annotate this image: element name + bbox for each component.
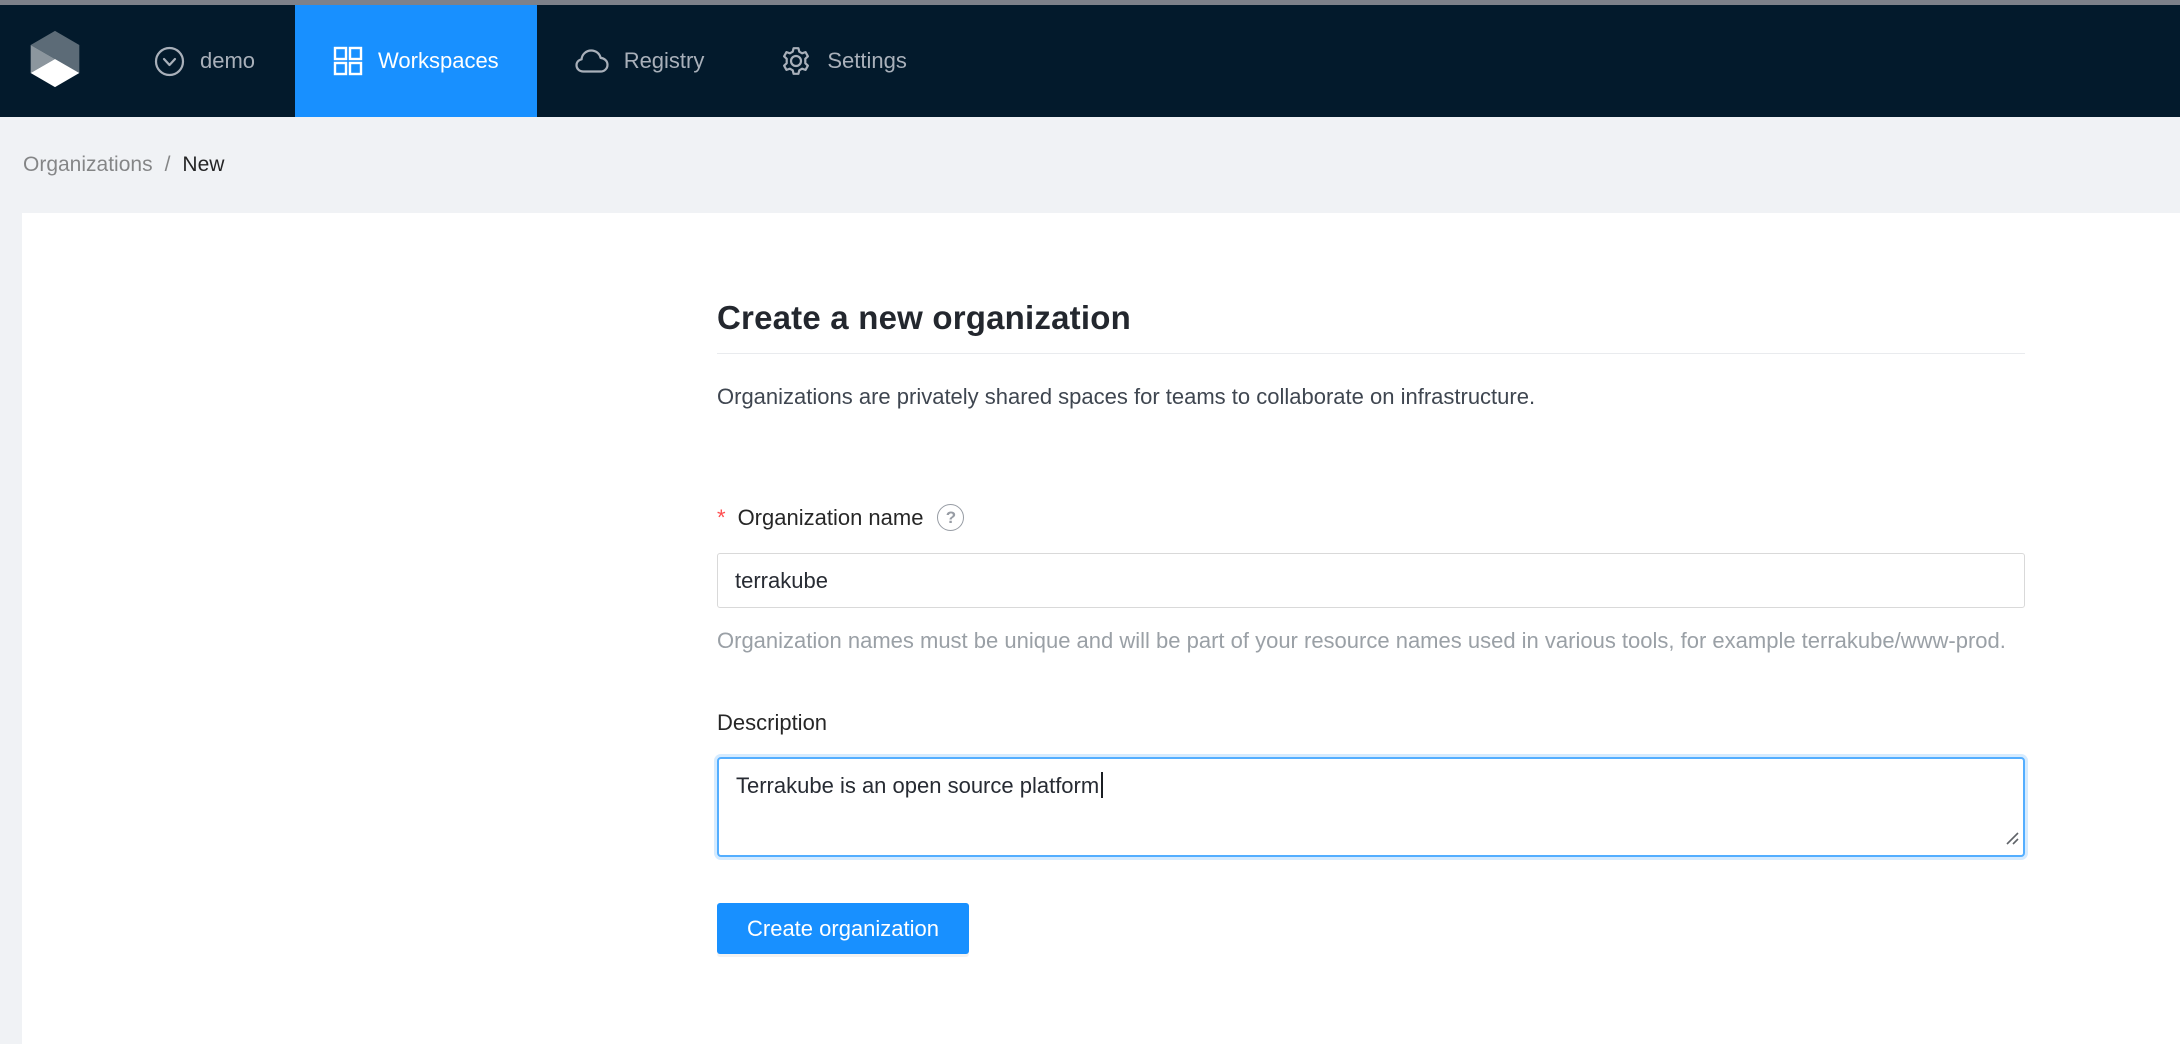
terrakube-logo-icon bbox=[28, 29, 82, 94]
description-text: Terrakube is an open source platform bbox=[736, 773, 1099, 798]
tab-registry-label: Registry bbox=[624, 48, 705, 74]
breadcrumb-organizations[interactable]: Organizations bbox=[23, 153, 153, 177]
create-organization-button[interactable]: Create organization bbox=[717, 903, 969, 954]
content-card: Create a new organization Organizations … bbox=[22, 213, 2180, 1044]
org-name-label: Organization name bbox=[738, 505, 924, 531]
form-subtitle: Organizations are privately shared space… bbox=[717, 384, 2025, 410]
tab-workspaces-label: Workspaces bbox=[378, 48, 499, 74]
resize-handle-icon[interactable] bbox=[2003, 825, 2019, 851]
description-label: Description bbox=[717, 710, 2025, 736]
organization-selector[interactable]: demo bbox=[144, 5, 265, 117]
title-divider bbox=[717, 353, 2025, 354]
org-name-label-row: * Organization name ? bbox=[717, 504, 2025, 531]
organization-selector-label: demo bbox=[200, 48, 255, 74]
breadcrumb-separator: / bbox=[153, 153, 183, 177]
top-navbar: demo Workspaces Registry Setting bbox=[0, 5, 2180, 117]
org-name-input[interactable] bbox=[717, 553, 2025, 608]
question-circle-icon[interactable]: ? bbox=[937, 504, 964, 531]
appstore-icon bbox=[333, 46, 363, 76]
gear-icon bbox=[780, 45, 812, 77]
create-organization-form: Create a new organization Organizations … bbox=[717, 213, 2025, 954]
down-circle-icon bbox=[154, 46, 185, 77]
page-title: Create a new organization bbox=[717, 299, 2025, 337]
description-textarea[interactable]: Terrakube is an open source platform bbox=[717, 757, 2025, 857]
tab-registry[interactable]: Registry bbox=[537, 5, 743, 117]
cloud-icon bbox=[575, 48, 609, 74]
text-caret bbox=[1101, 772, 1103, 798]
tab-settings[interactable]: Settings bbox=[742, 5, 945, 117]
tab-workspaces[interactable]: Workspaces bbox=[295, 5, 537, 117]
tab-settings-label: Settings bbox=[827, 48, 907, 74]
breadcrumb: Organizations / New bbox=[0, 117, 2180, 213]
required-asterisk: * bbox=[717, 505, 726, 531]
breadcrumb-new: New bbox=[182, 153, 224, 177]
app-logo[interactable] bbox=[0, 5, 110, 117]
org-name-help-text: Organization names must be unique and wi… bbox=[717, 621, 2025, 660]
